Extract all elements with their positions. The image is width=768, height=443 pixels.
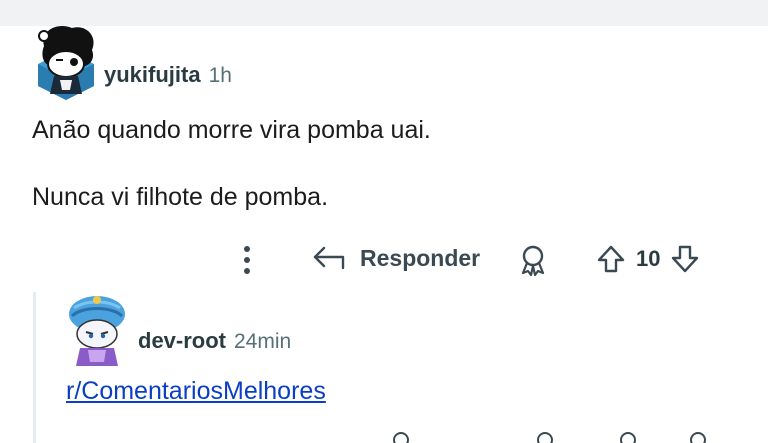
reply-button[interactable]: Responder [312, 244, 480, 272]
comment-actions: Responder 10 [0, 238, 768, 282]
timestamp: 24min [234, 330, 292, 353]
more-options-icon[interactable] [393, 432, 409, 443]
award-icon [521, 245, 545, 276]
reply-actions-partial [0, 432, 768, 443]
comment-header: dev-root 24min [138, 328, 291, 354]
avatar[interactable] [30, 20, 102, 104]
vote-score: 10 [636, 246, 661, 271]
upvote-arrow-icon[interactable] [620, 432, 636, 443]
reply-arrow-icon [313, 246, 345, 270]
downvote-arrow-icon[interactable] [670, 244, 700, 274]
more-options-button[interactable] [236, 242, 258, 278]
award-icon[interactable] [537, 432, 553, 443]
thread-line[interactable] [33, 292, 36, 443]
comment-body-line: Anão quando morre vira pomba uai. [32, 116, 431, 144]
username[interactable]: yukifujita [104, 62, 201, 88]
reply-label: Responder [360, 244, 481, 271]
award-button[interactable] [514, 244, 552, 276]
user-avatar-icon [38, 26, 94, 100]
username[interactable]: dev-root [138, 328, 226, 354]
comment-body-line: Nunca vi filhote de pomba. [32, 183, 329, 211]
upvote-arrow-icon[interactable] [596, 244, 626, 274]
subreddit-link[interactable]: r/ComentariosMelhores [66, 377, 326, 406]
user-avatar-icon [69, 296, 125, 366]
timestamp: 1h [208, 64, 232, 87]
vote-control: 10 [596, 244, 700, 274]
more-vertical-icon [244, 246, 250, 274]
avatar[interactable] [64, 292, 130, 370]
top-bar [0, 0, 768, 26]
downvote-arrow-icon[interactable] [690, 432, 706, 443]
comment-header: yukifujita 1h [104, 62, 232, 88]
